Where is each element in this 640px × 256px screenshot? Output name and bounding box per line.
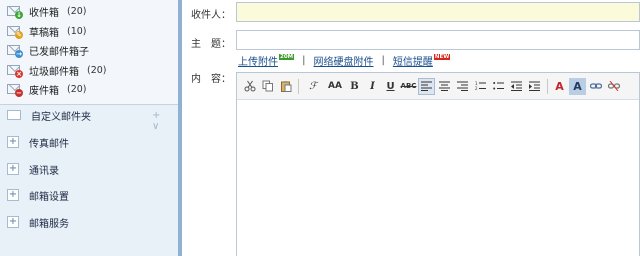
section-label: 自定义邮件夹 <box>31 111 91 123</box>
rich-text-editor: ℱ AA B I U ABC 12 A A <box>236 72 640 256</box>
section-label: 通讯录 <box>29 165 59 177</box>
sidebar-item-services[interactable]: + 邮箱服务 <box>7 213 69 231</box>
folder-inbox[interactable]: ↓ 收件箱 (20) <box>7 3 87 19</box>
strikethrough-button[interactable]: ABC <box>400 78 417 95</box>
toolbar-separator <box>298 78 299 94</box>
to-field[interactable] <box>236 2 640 22</box>
folder-name: 收件箱 <box>29 7 59 19</box>
expand-plus-icon: + <box>7 163 19 175</box>
panel-divider <box>178 0 182 256</box>
align-right-icon[interactable] <box>454 78 471 95</box>
spam-icon: × <box>7 63 23 78</box>
sidebar-item-settings[interactable]: + 邮箱设置 <box>7 186 69 204</box>
sidebar: ↓ 收件箱 (20) ✎ 草稿箱 (10) → 已发邮件箱子 × 垃圾邮件箱 (… <box>0 0 178 256</box>
separator: | <box>302 55 306 66</box>
font-size-button[interactable]: AA <box>325 78 345 95</box>
new-badge: NEW <box>433 53 451 60</box>
numbered-list-icon[interactable]: 12 <box>472 78 489 95</box>
separator: | <box>381 55 385 66</box>
bullet-list-icon[interactable] <box>490 78 507 95</box>
folder-spam[interactable]: × 垃圾邮件箱 (20) <box>7 62 107 78</box>
subject-label: 主 题： <box>191 39 231 50</box>
folder-count: (20) <box>87 64 107 76</box>
folder-count: (20) <box>67 5 87 17</box>
folder-count: (20) <box>67 83 87 95</box>
copy-icon[interactable] <box>259 78 276 95</box>
link-icon[interactable] <box>587 78 604 95</box>
inbox-icon: ↓ <box>7 4 23 19</box>
envelope-icon <box>7 110 21 120</box>
align-left-icon[interactable] <box>418 77 435 95</box>
sent-icon: → <box>7 43 23 58</box>
expand-plus-icon: + <box>7 136 19 148</box>
background-color-button[interactable]: A <box>569 77 586 95</box>
size-limit-badge: 20M <box>279 53 295 60</box>
section-label: 邮箱设置 <box>29 191 69 203</box>
folder-name: 废件箱 <box>29 85 59 97</box>
trash-icon: − <box>7 82 23 97</box>
section-label: 传真邮件 <box>29 138 69 150</box>
attachment-bar: 上传附件 20M | 网络硬盘附件 | 短信提醒 NEW <box>238 53 451 68</box>
cut-icon[interactable] <box>241 78 258 95</box>
folder-name: 草稿箱 <box>29 27 59 39</box>
folder-count: (10) <box>67 25 87 37</box>
folder-name: 已发邮件箱子 <box>29 46 89 58</box>
sidebar-item-contacts[interactable]: + 通讯录 <box>7 160 59 178</box>
toolbar-separator <box>547 78 548 94</box>
drafts-icon: ✎ <box>7 24 23 39</box>
expand-plus-icon: + <box>7 189 19 201</box>
editor-toolbar: ℱ AA B I U ABC 12 A A <box>237 73 639 100</box>
bold-button[interactable]: B <box>346 78 363 95</box>
indent-icon[interactable] <box>526 78 543 95</box>
sidebar-item-fax[interactable]: + 传真邮件 <box>7 133 69 151</box>
folder-sent[interactable]: → 已发邮件箱子 <box>7 42 97 58</box>
paste-icon[interactable] <box>277 78 294 95</box>
font-color-button[interactable]: A <box>551 78 568 95</box>
custom-folder-section[interactable]: 自定义邮件夹 <box>7 106 91 124</box>
italic-button[interactable]: I <box>364 78 381 95</box>
font-family-button[interactable]: ℱ <box>302 78 324 95</box>
underline-button[interactable]: U <box>382 78 399 95</box>
folder-trash[interactable]: − 废件箱 (20) <box>7 81 87 97</box>
subject-field[interactable] <box>236 30 640 50</box>
content-label: 内 容： <box>191 74 231 85</box>
expand-plus-icon: + <box>7 216 19 228</box>
folder-list: ↓ 收件箱 (20) ✎ 草稿箱 (10) → 已发邮件箱子 × 垃圾邮件箱 (… <box>0 0 178 104</box>
disk-attachment-link[interactable]: 网络硬盘附件 <box>314 53 374 68</box>
svg-text:2: 2 <box>475 86 478 91</box>
sms-reminder-link[interactable]: 短信提醒 <box>393 53 433 68</box>
section-label: 邮箱服务 <box>29 218 69 230</box>
sidebar-divider <box>0 104 178 105</box>
upload-attachment-link[interactable]: 上传附件 <box>238 53 278 68</box>
unlink-icon[interactable] <box>605 78 622 95</box>
outdent-icon[interactable] <box>508 78 525 95</box>
folder-drafts[interactable]: ✎ 草稿箱 (10) <box>7 23 87 39</box>
custom-folder-controls[interactable]: + ∨ <box>152 110 178 132</box>
folder-name: 垃圾邮件箱 <box>29 66 79 78</box>
align-center-icon[interactable] <box>436 78 453 95</box>
message-body[interactable] <box>237 100 639 256</box>
to-label: 收件人： <box>191 10 231 21</box>
